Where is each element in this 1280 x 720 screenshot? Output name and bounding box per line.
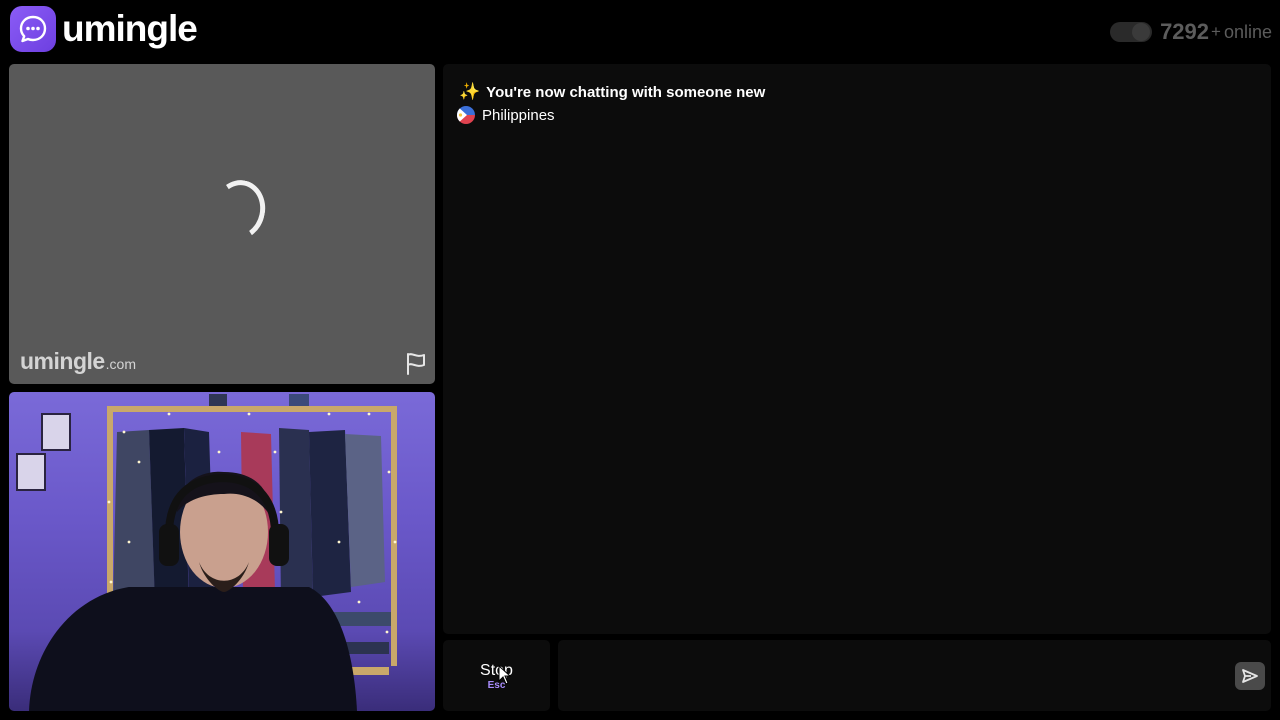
online-label: online bbox=[1223, 21, 1272, 42]
partner-country: Philippines bbox=[457, 106, 555, 124]
camera-feed-image bbox=[16, 394, 397, 711]
loading-spinner bbox=[207, 175, 271, 245]
watermark-domain: .com bbox=[105, 356, 137, 372]
app-root: umingle 7292 + online umingle .com ✨ You… bbox=[0, 0, 1280, 720]
flag-icon bbox=[407, 353, 425, 375]
system-message: ✨ You're now chatting with someone new bbox=[459, 82, 765, 102]
watermark-brand: umingle bbox=[20, 348, 105, 374]
theme-toggle[interactable] bbox=[1110, 22, 1153, 42]
message-input[interactable] bbox=[568, 650, 1208, 700]
header: umingle 7292 + online bbox=[0, 0, 1280, 62]
chat-panel: ✨ You're now chatting with someone new P… bbox=[443, 64, 1271, 634]
partner-country-name: Philippines bbox=[482, 106, 555, 124]
brand-name: umingle bbox=[62, 8, 198, 49]
online-indicator: 7292 + online bbox=[1110, 17, 1272, 47]
mouse-cursor-icon bbox=[498, 664, 512, 685]
video-watermark: umingle .com bbox=[20, 348, 136, 375]
online-plus: + bbox=[1211, 22, 1221, 41]
chat-bubble-icon bbox=[10, 6, 56, 52]
send-button[interactable] bbox=[1235, 662, 1265, 690]
stranger-video: umingle .com bbox=[9, 64, 435, 384]
logo[interactable]: umingle bbox=[10, 6, 198, 52]
philippines-flag-icon bbox=[457, 106, 475, 124]
online-count: 7292 bbox=[1160, 19, 1210, 44]
send-icon bbox=[1242, 669, 1258, 683]
message-composer bbox=[558, 640, 1271, 711]
system-message-text: You're now chatting with someone new bbox=[486, 83, 766, 101]
self-camera-video bbox=[9, 392, 435, 711]
report-button[interactable] bbox=[403, 350, 429, 376]
toggle-knob bbox=[1132, 23, 1151, 41]
sparkle-icon: ✨ bbox=[459, 82, 481, 101]
